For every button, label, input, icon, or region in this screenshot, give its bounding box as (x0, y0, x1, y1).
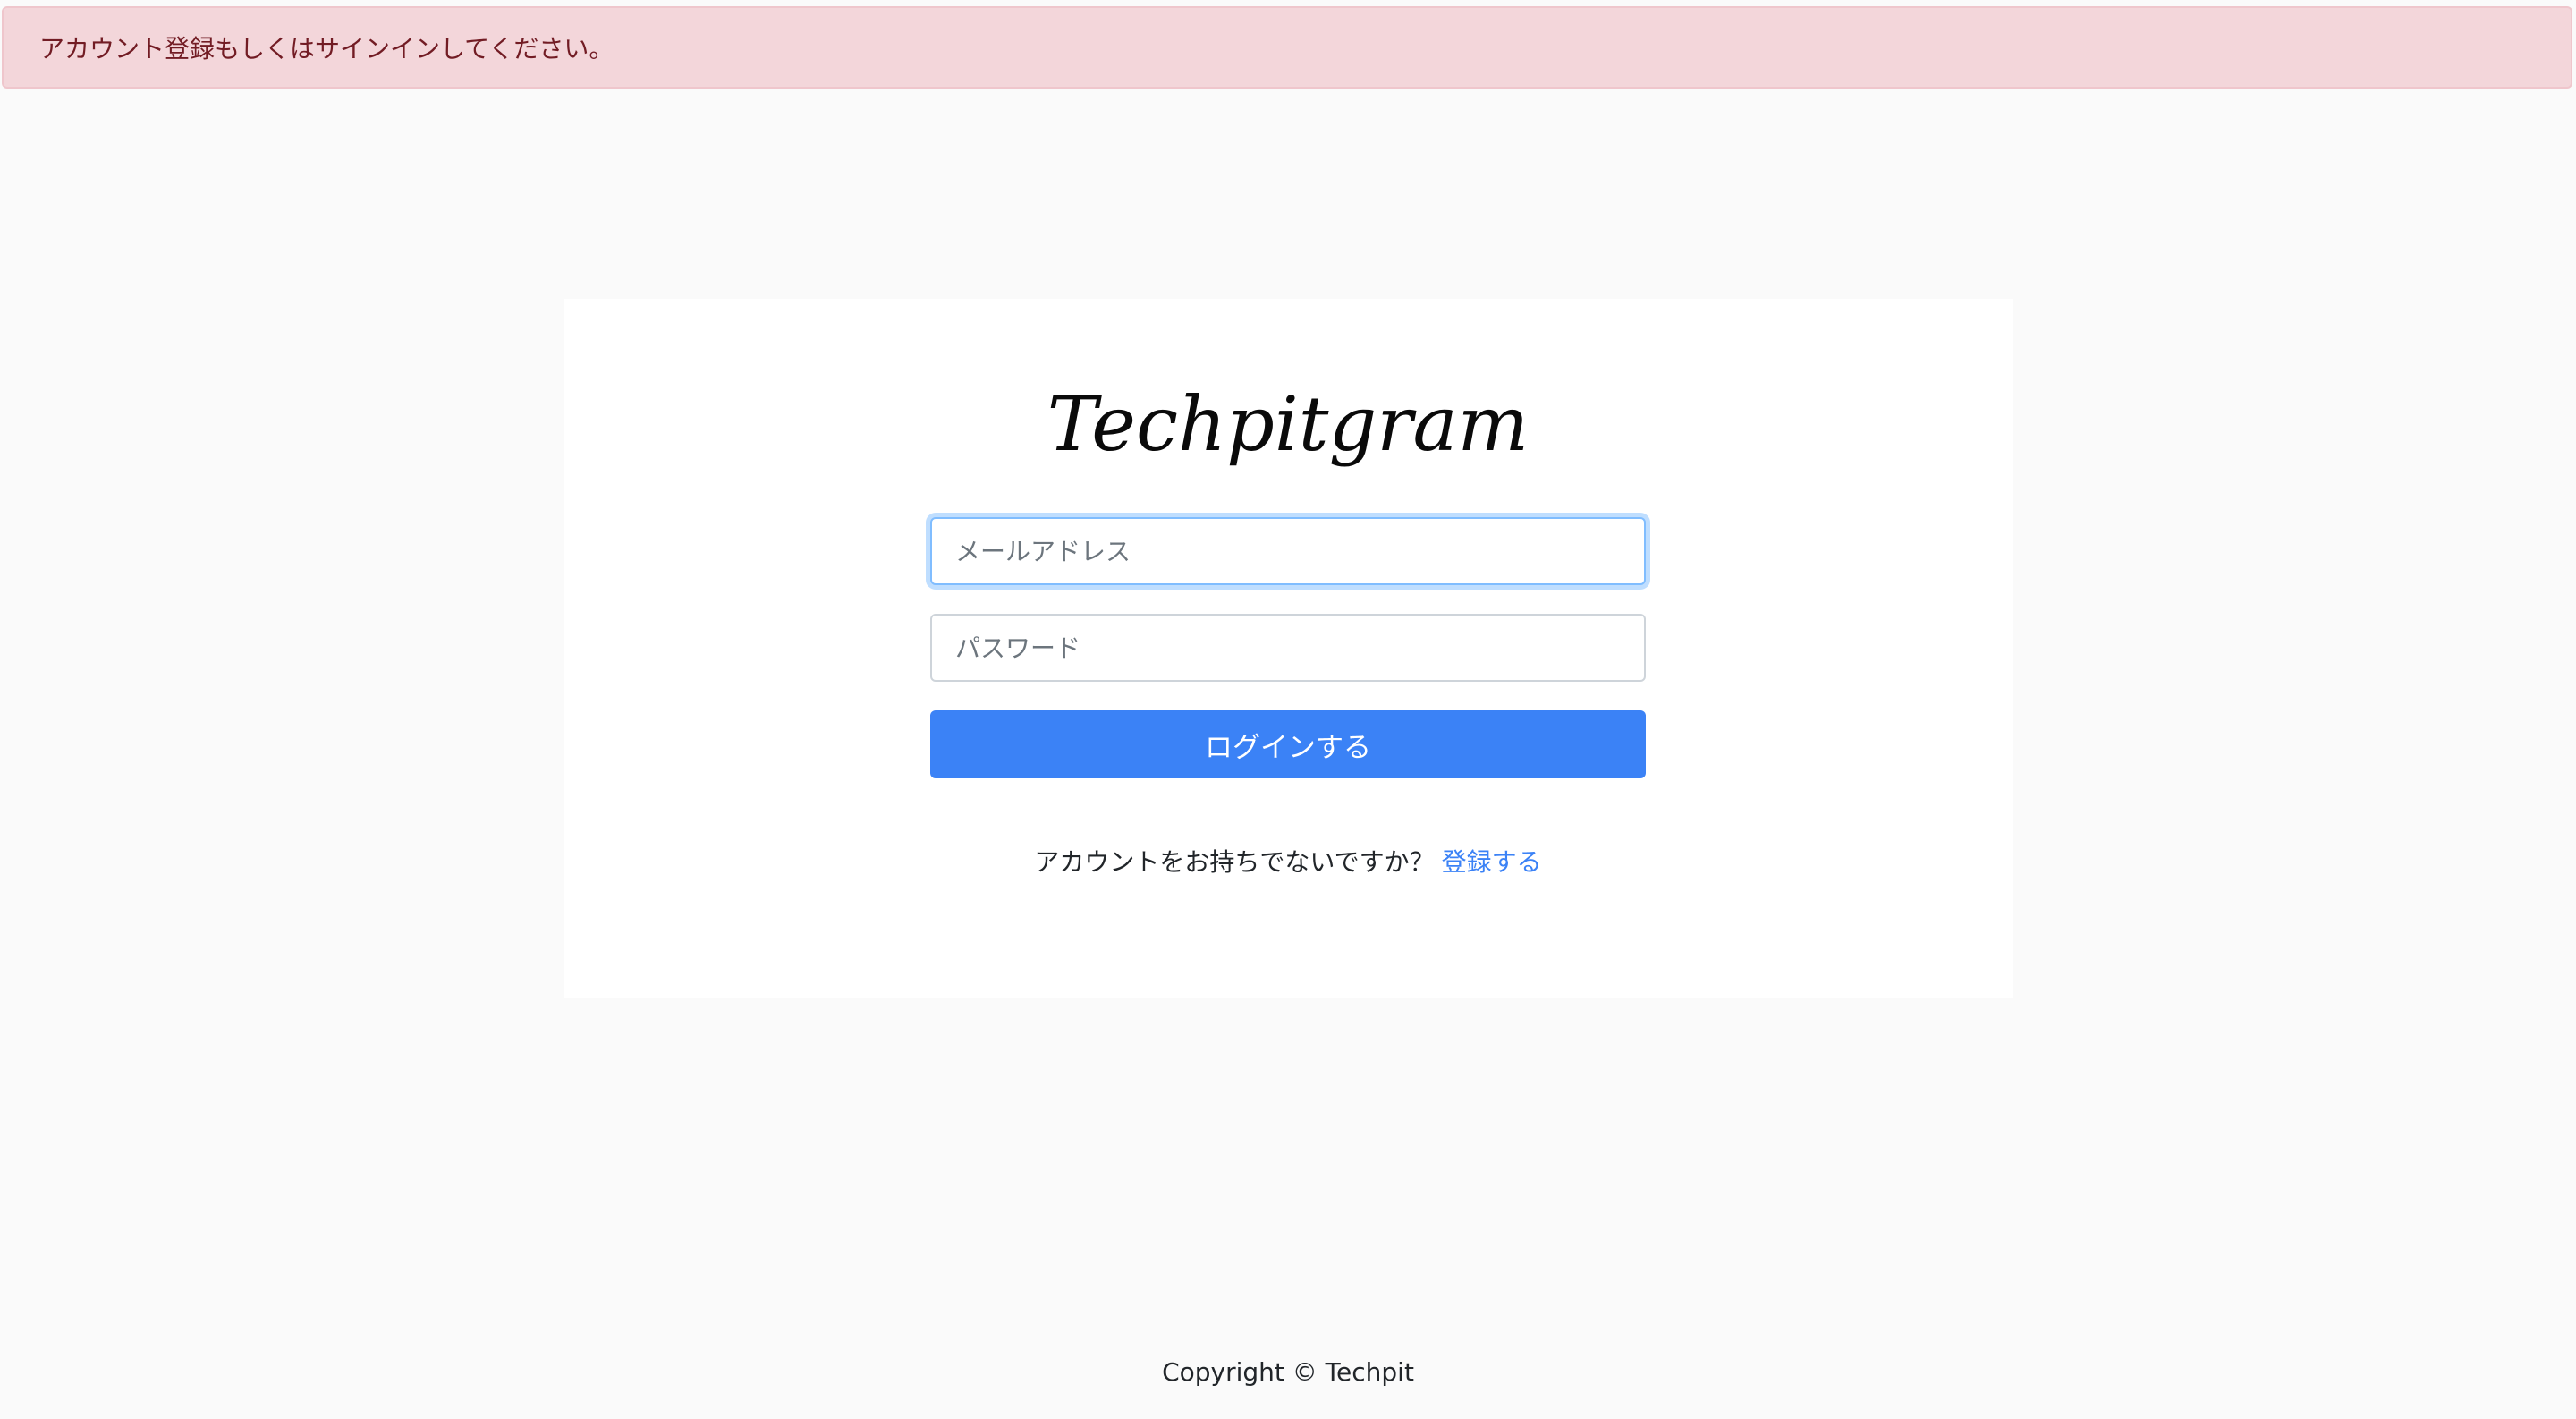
footer-copyright: Copyright © Techpit (1162, 1357, 1414, 1387)
flash-alert: アカウント登録もしくはサインインしてください。 (2, 6, 2572, 89)
email-input[interactable] (930, 517, 1646, 585)
signup-prompt-text: アカウントをお持ちでないですか？ (1034, 847, 1435, 877)
alert-message: アカウント登録もしくはサインインしてください。 (39, 34, 614, 64)
app-logo: Techpitgram (1046, 380, 1530, 468)
signup-prompt-line: アカウントをお持ちでないですか？ 登録する (564, 845, 2012, 880)
password-input[interactable] (930, 614, 1646, 682)
login-button[interactable]: ログインする (930, 710, 1646, 778)
signup-link[interactable]: 登録する (1442, 847, 1542, 877)
login-card: Techpitgram ログインする アカウントをお持ちでないですか？登録する (564, 299, 2012, 998)
